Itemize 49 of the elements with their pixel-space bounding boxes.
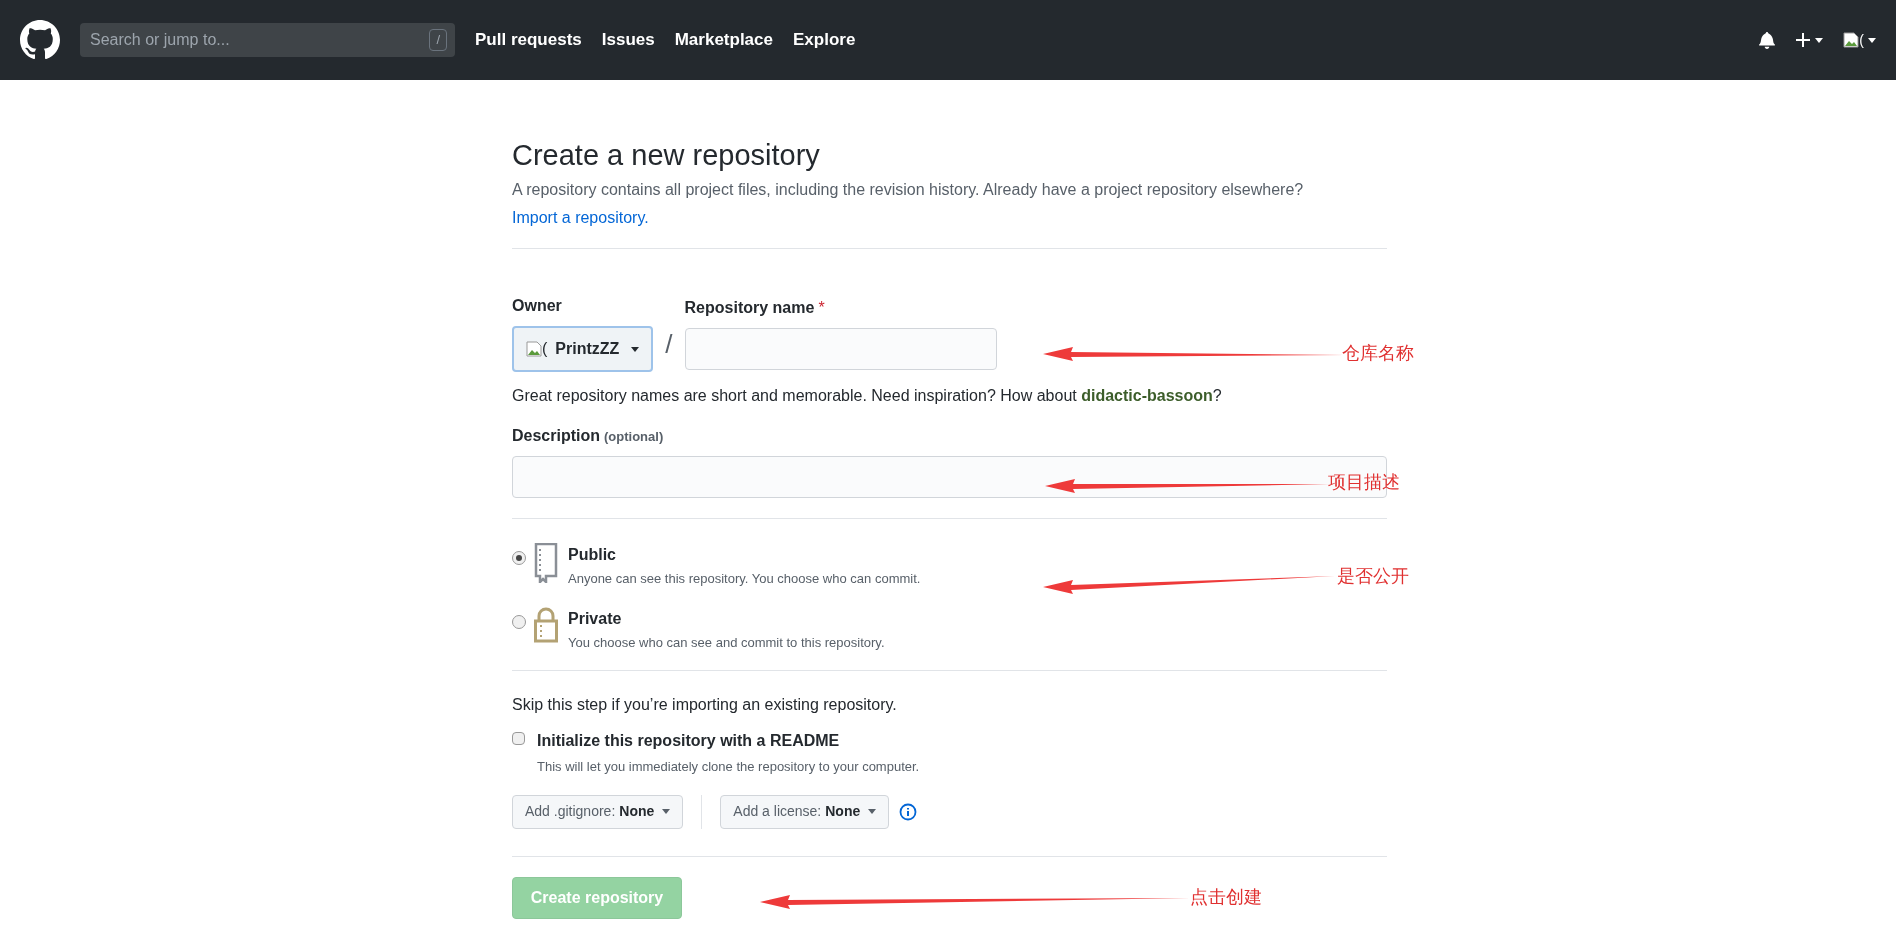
octocat-logo-icon[interactable]	[20, 20, 60, 60]
select-menu-button[interactable]: Add .gitignore: None	[512, 794, 684, 829]
broken-image-icon	[526, 341, 542, 357]
nav-link[interactable]: Explore	[793, 27, 856, 53]
readme-checkbox[interactable]	[512, 732, 525, 745]
name-hint: Great repository names are short and memorable. Need inspiration? How about didactic-bassoon?	[512, 386, 1223, 406]
annotation-label: 是否公开	[1337, 565, 1409, 588]
new-menu[interactable]	[1795, 32, 1824, 48]
nav-link[interactable]: Marketplace	[674, 27, 773, 53]
page-subtitle: A repository contains all project files, including the revision history. Already have a project repository elsewhere?	[512, 180, 1305, 200]
slash-separator: /	[665, 328, 673, 361]
info-icon[interactable]	[899, 802, 918, 821]
caret-icon	[1815, 37, 1824, 43]
caret-icon	[1868, 37, 1876, 43]
import-link[interactable]: Import a repository.	[512, 206, 649, 230]
select-menu-button[interactable]: Add a license: None	[720, 794, 890, 829]
skip-note: Skip this step if you’re importing an existing repository.	[512, 695, 898, 715]
annotation-label: 仓库名称	[1342, 342, 1414, 365]
readme-label: Initialize this repository with a README	[537, 731, 841, 751]
avatar-menu[interactable]: (	[1843, 29, 1876, 51]
nav-link[interactable]: Pull requests	[475, 27, 582, 53]
option-description: Anyone can see this repository. You choose who can commit.	[568, 570, 921, 588]
readme-description: This will let you immediately clone the repository to your computer.	[537, 758, 920, 776]
optional-note: (optional)	[604, 428, 664, 446]
book-icon	[534, 543, 558, 583]
option-title: Private	[568, 608, 623, 629]
annotation-label: 点击创建	[1190, 886, 1262, 909]
radio-button[interactable]	[512, 551, 526, 565]
nav-link[interactable]: Issues	[601, 27, 655, 53]
caret-icon	[868, 809, 877, 814]
annotation-label: 项目描述	[1328, 471, 1400, 494]
radio-button[interactable]	[512, 614, 526, 629]
required-mark: *	[818, 298, 825, 318]
repo-name-field[interactable]	[684, 328, 997, 370]
caret-icon	[631, 346, 640, 352]
repo-name-label: Repository name	[684, 298, 815, 318]
caret-icon	[662, 809, 671, 814]
page-title: Create a new repository	[512, 138, 821, 173]
plus-icon	[1795, 32, 1812, 48]
owner-dropdown[interactable]: ( PrintzZZ	[512, 326, 654, 372]
avatar-alt-text: (	[1859, 30, 1864, 50]
owner-label: Owner	[512, 296, 563, 316]
option-title: Public	[568, 545, 617, 565]
broken-image-icon	[1843, 32, 1860, 48]
description-label: Description	[512, 426, 600, 446]
shortcut-key: /	[429, 29, 447, 51]
option-description: You choose who can see and commit to this repository.	[568, 633, 885, 652]
bell-icon[interactable]	[1759, 31, 1776, 49]
lock-icon	[534, 606, 558, 643]
